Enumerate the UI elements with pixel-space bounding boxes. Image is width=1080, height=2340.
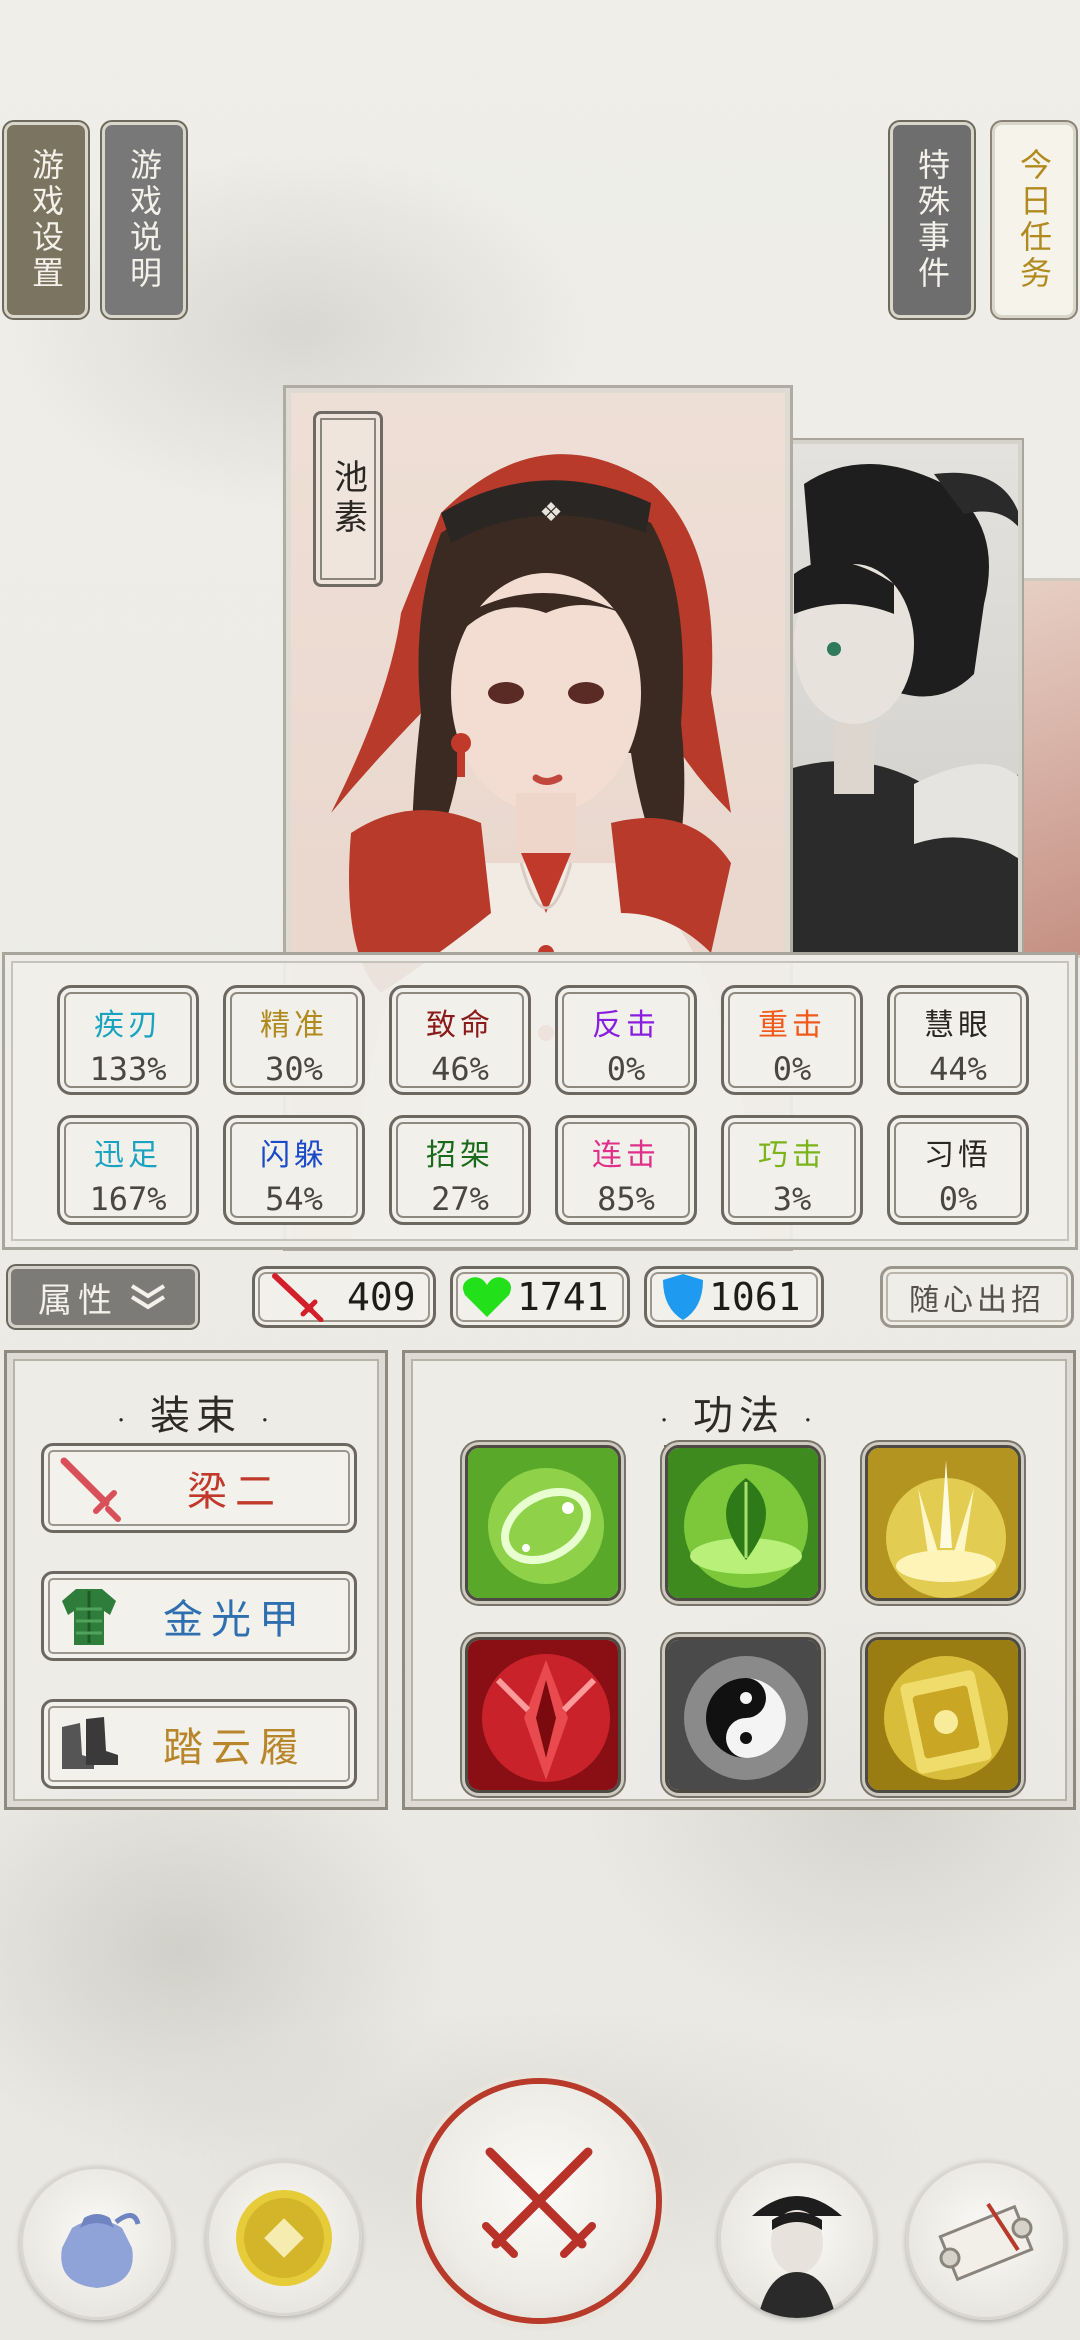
stat-value: 0%	[938, 1180, 978, 1218]
equip-name: 金光甲	[163, 1597, 307, 1643]
bag-icon[interactable]	[20, 2166, 174, 2320]
free-attack-button[interactable]: 随心出招	[880, 1266, 1074, 1328]
attributes-toggle-button[interactable]: 属性	[8, 1266, 198, 1328]
free-attack-label: 随心出招	[909, 1283, 1045, 1318]
scroll-icon[interactable]	[906, 2160, 1066, 2320]
attack-value: 409	[347, 1275, 416, 1319]
stat-label: 疾刃	[94, 1008, 162, 1043]
defense-stat: 1061	[644, 1266, 824, 1328]
stat-label: 习悟	[924, 1138, 992, 1173]
stat-box: 习悟 0%	[887, 1115, 1029, 1225]
stat-value: 54%	[265, 1180, 323, 1218]
stat-value: 85%	[597, 1180, 655, 1218]
attributes-label: 属性	[38, 1280, 118, 1321]
stat-value: 0%	[772, 1050, 812, 1088]
gold-scroll-skill-icon[interactable]	[865, 1637, 1021, 1793]
character-portrait-icon[interactable]	[718, 2160, 876, 2318]
sword-icon	[272, 1273, 324, 1322]
stat-box: 致命 46%	[389, 985, 531, 1095]
attack-stat: 409	[252, 1266, 436, 1328]
leaf-skill-icon[interactable]	[665, 1445, 821, 1601]
stat-value: 30%	[265, 1050, 323, 1088]
stat-label: 慧眼	[924, 1008, 992, 1043]
character-card-second[interactable]	[770, 440, 1022, 960]
armor-icon	[44, 1574, 134, 1658]
skills-title: 功法	[693, 1393, 785, 1439]
hp-value: 1741	[517, 1275, 609, 1319]
stat-label: 反击	[592, 1008, 660, 1043]
game-settings-label: 游戏设置	[27, 148, 65, 292]
stat-value: 27%	[431, 1180, 489, 1218]
boots-icon	[44, 1702, 134, 1786]
equipment-title-row: · 装束 ·	[7, 1383, 385, 1447]
game-settings-button[interactable]: 游戏设置	[4, 122, 88, 318]
stat-value: 0%	[606, 1050, 646, 1088]
daily-tasks-label: 今日任务	[1015, 148, 1053, 292]
stat-box: 连击 85%	[555, 1115, 697, 1225]
stat-label: 迅足	[94, 1138, 162, 1173]
stat-box: 重击 0%	[721, 985, 863, 1095]
yin-yang-skill-icon[interactable]	[665, 1637, 821, 1793]
crossed-swords-icon[interactable]	[422, 2084, 656, 2318]
stats-panel: 疾刃 133% 精准 30% 致命 46% 反击 0% 重击 0% 慧眼 44%…	[2, 952, 1078, 1250]
svg-text:❖: ❖	[539, 498, 562, 528]
skills-title-row: · 功法 ·	[405, 1383, 1073, 1447]
equip-slot-weapon[interactable]: 梁二	[41, 1443, 357, 1533]
character-name: 池素	[327, 459, 368, 539]
equipment-panel: · 装束 · 梁二 金光甲 踏云履	[4, 1350, 388, 1810]
stat-label: 闪躲	[260, 1138, 328, 1173]
equip-slot-boots[interactable]: 踏云履	[41, 1699, 357, 1789]
heart-icon	[463, 1277, 511, 1317]
equip-name: 踏云履	[163, 1725, 307, 1771]
stat-label: 招架	[426, 1138, 494, 1173]
hp-stat: 1741	[450, 1266, 630, 1328]
stat-box: 精准 30%	[223, 985, 365, 1095]
red-blade-skill-icon[interactable]	[465, 1637, 621, 1793]
sword-icon	[44, 1446, 134, 1530]
stat-value: 167%	[89, 1180, 167, 1218]
character-portrait-second	[774, 464, 1018, 956]
stat-box: 慧眼 44%	[887, 985, 1029, 1095]
stat-label: 连击	[592, 1138, 660, 1173]
game-help-label: 游戏说明	[125, 148, 163, 292]
character-card-third[interactable]	[1018, 578, 1080, 958]
stat-box: 闪躲 54%	[223, 1115, 365, 1225]
character-name-tag: 池素	[313, 411, 383, 587]
stat-value: 44%	[929, 1050, 987, 1088]
stat-label: 重击	[758, 1008, 826, 1043]
double-chevron-down-icon	[130, 1284, 166, 1310]
stat-box: 反击 0%	[555, 985, 697, 1095]
gold-sword-burst-skill-icon[interactable]	[865, 1445, 1021, 1601]
green-swirl-skill-icon[interactable]	[465, 1445, 621, 1601]
stat-box: 迅足 167%	[57, 1115, 199, 1225]
stat-value: 3%	[772, 1180, 812, 1218]
skills-panel: · 功法 ·	[402, 1350, 1076, 1810]
special-events-label: 特殊事件	[913, 148, 951, 292]
game-help-button[interactable]: 游戏说明	[102, 122, 186, 318]
defense-value: 1061	[709, 1275, 801, 1319]
stat-value: 133%	[89, 1050, 167, 1088]
daily-tasks-button[interactable]: 今日任务	[992, 122, 1076, 318]
stat-label: 巧击	[758, 1138, 826, 1173]
equip-name: 梁二	[187, 1469, 283, 1515]
equip-slot-armor[interactable]: 金光甲	[41, 1571, 357, 1661]
stat-value: 46%	[431, 1050, 489, 1088]
shield-icon	[663, 1274, 703, 1320]
stat-label: 精准	[260, 1008, 328, 1043]
stat-box: 招架 27%	[389, 1115, 531, 1225]
equipment-title: 装束	[150, 1393, 242, 1439]
stat-box: 巧击 3%	[721, 1115, 863, 1225]
stat-box: 疾刃 133%	[57, 985, 199, 1095]
stat-label: 致命	[426, 1008, 494, 1043]
special-events-button[interactable]: 特殊事件	[890, 122, 974, 318]
coin-icon[interactable]	[206, 2160, 362, 2316]
